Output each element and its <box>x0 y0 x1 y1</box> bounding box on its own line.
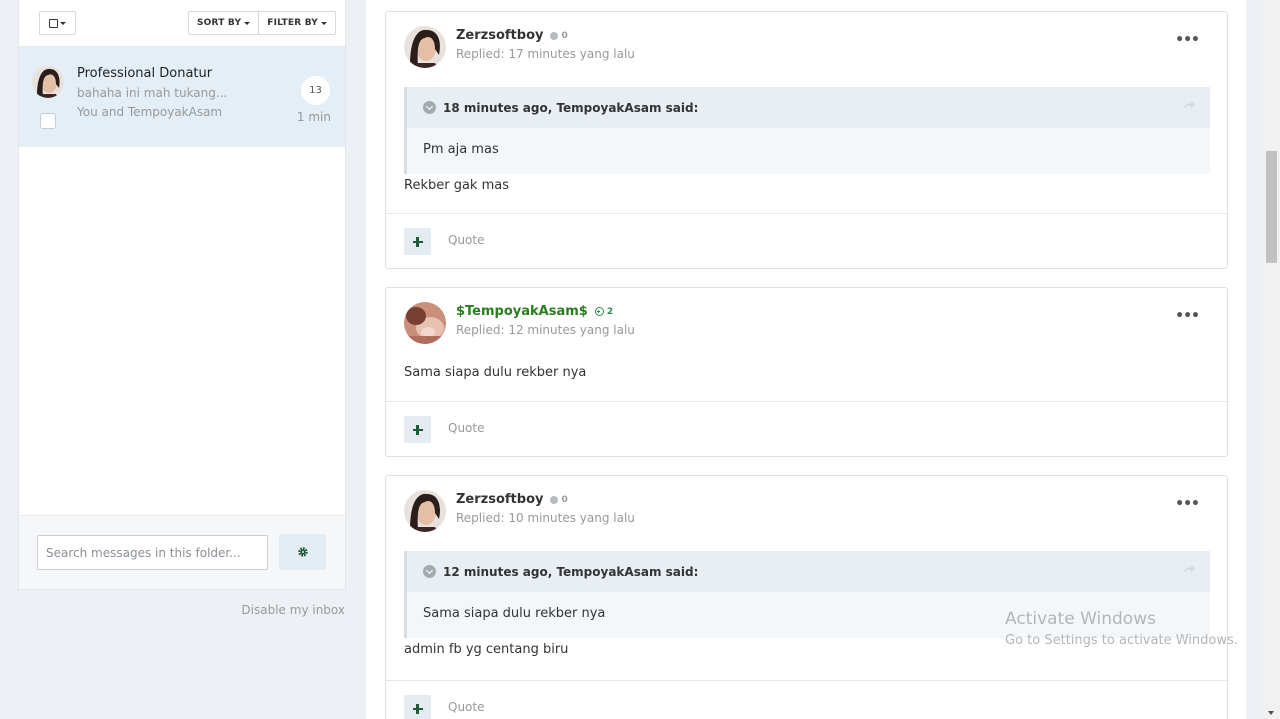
plus-icon <box>412 424 423 435</box>
post: $TempoyakAsam$ 2 Replied: 12 minutes yan… <box>385 287 1228 457</box>
react-button[interactable] <box>404 695 431 719</box>
post-content: Rekber gak mas <box>404 178 509 193</box>
gear-icon <box>297 547 308 557</box>
plus-circle-icon <box>594 307 604 316</box>
post-actions: Quote <box>386 213 1227 268</box>
chevron-down-icon[interactable] <box>423 565 436 578</box>
quote-button[interactable]: Quote <box>448 421 484 435</box>
filter-by-button[interactable]: FILTER BY <box>258 12 335 34</box>
avatar[interactable] <box>404 490 446 532</box>
select-all-dropdown[interactable] <box>39 11 76 35</box>
quote-citation: 18 minutes ago, TempoyakAsam said: <box>443 100 699 115</box>
quote-header: 18 minutes ago, TempoyakAsam said: <box>407 87 1210 128</box>
avatar <box>32 66 64 98</box>
reputation-neutral-icon <box>550 31 559 40</box>
ellipsis-icon[interactable]: ••• <box>1175 308 1200 324</box>
post-actions: Quote <box>386 401 1227 456</box>
post-author: $TempoyakAsam$ 2 <box>456 304 613 319</box>
reputation-count: 0 <box>561 30 568 41</box>
quote-button[interactable]: Quote <box>448 233 484 247</box>
page-scrollbar[interactable] <box>1263 0 1280 719</box>
post-content: admin fb yg centang biru <box>404 642 569 657</box>
react-button[interactable] <box>404 228 431 255</box>
quote-citation: 12 minutes ago, TempoyakAsam said: <box>443 564 699 579</box>
sort-filter-group: SORT BY FILTER BY <box>188 11 336 35</box>
activate-windows-watermark: Activate Windows Go to Settings to activ… <box>1005 609 1238 648</box>
scrollbar-thumb[interactable] <box>1266 151 1277 263</box>
ellipsis-icon[interactable]: ••• <box>1175 32 1200 48</box>
scroll-down-arrow-icon[interactable] <box>1268 711 1274 715</box>
watermark-title: Activate Windows <box>1005 609 1156 629</box>
react-button[interactable] <box>404 416 431 443</box>
reputation-badge: 0 <box>550 494 568 505</box>
blockquote: 18 minutes ago, TempoyakAsam said: Pm aj… <box>404 87 1210 174</box>
avatar[interactable] <box>404 302 446 344</box>
inbox-panel: SORT BY FILTER BY Professional Donatur b… <box>18 0 346 590</box>
reputation-neutral-icon <box>550 495 559 504</box>
author-name[interactable]: $TempoyakAsam$ <box>456 304 588 319</box>
conversation-title[interactable]: Professional Donatur <box>77 66 212 81</box>
filter-by-label: FILTER BY <box>267 18 318 28</box>
post-timestamp: Replied: 10 minutes yang lalu <box>456 511 635 525</box>
plus-icon <box>412 236 423 247</box>
post-timestamp: Replied: 17 minutes yang lalu <box>456 47 635 61</box>
conversation-item[interactable]: Professional Donatur bahaha ini mah tuka… <box>19 47 345 147</box>
post: Zerzsoftboy 0 Replied: 10 minutes yang l… <box>385 475 1228 719</box>
caret-down-icon <box>60 21 66 25</box>
share-icon[interactable] <box>1182 99 1196 111</box>
checkbox-icon <box>49 18 58 28</box>
quote-header: 12 minutes ago, TempoyakAsam said: <box>407 551 1210 592</box>
reputation-badge: 0 <box>550 30 568 41</box>
chevron-down-icon[interactable] <box>423 101 436 114</box>
author-name[interactable]: Zerzsoftboy <box>456 28 543 43</box>
post-author: Zerzsoftboy 0 <box>456 492 568 507</box>
post: Zerzsoftboy 0 Replied: 17 minutes yang l… <box>385 11 1228 269</box>
caret-down-icon <box>244 21 251 25</box>
post-content: Sama siapa dulu rekber nya <box>404 365 587 380</box>
reply-count-badge: 13 <box>301 76 330 105</box>
post-author: Zerzsoftboy 0 <box>456 28 568 43</box>
post-actions: Quote <box>386 680 1227 719</box>
quote-button[interactable]: Quote <box>448 700 484 714</box>
sort-by-label: SORT BY <box>197 18 242 28</box>
disable-inbox-link[interactable]: Disable my inbox <box>18 603 345 617</box>
conversation-snippet: bahaha ini mah tukang... <box>77 86 228 100</box>
reputation-count: 0 <box>561 494 568 505</box>
search-input[interactable] <box>37 535 268 570</box>
share-icon[interactable] <box>1182 563 1196 575</box>
conversation-checkbox[interactable] <box>40 113 56 129</box>
ellipsis-icon[interactable]: ••• <box>1175 496 1200 512</box>
inbox-toolbar: SORT BY FILTER BY <box>19 0 345 47</box>
post-timestamp: Replied: 12 minutes yang lalu <box>456 323 635 337</box>
avatar[interactable] <box>404 26 446 68</box>
conversation-participants: You and TempoyakAsam <box>77 105 223 119</box>
conversation-time: 1 min <box>296 110 331 124</box>
search-settings-button[interactable] <box>279 534 326 570</box>
reputation-badge: 2 <box>594 306 614 317</box>
quote-text: Pm aja mas <box>423 142 499 157</box>
reputation-count: 2 <box>606 306 614 317</box>
caret-down-icon <box>321 21 327 25</box>
sort-by-button[interactable]: SORT BY <box>189 12 258 34</box>
inbox-search-bar <box>19 515 345 589</box>
author-name[interactable]: Zerzsoftboy <box>456 492 543 507</box>
plus-icon <box>412 703 423 714</box>
watermark-subtitle: Go to Settings to activate Windows. <box>1005 633 1238 648</box>
